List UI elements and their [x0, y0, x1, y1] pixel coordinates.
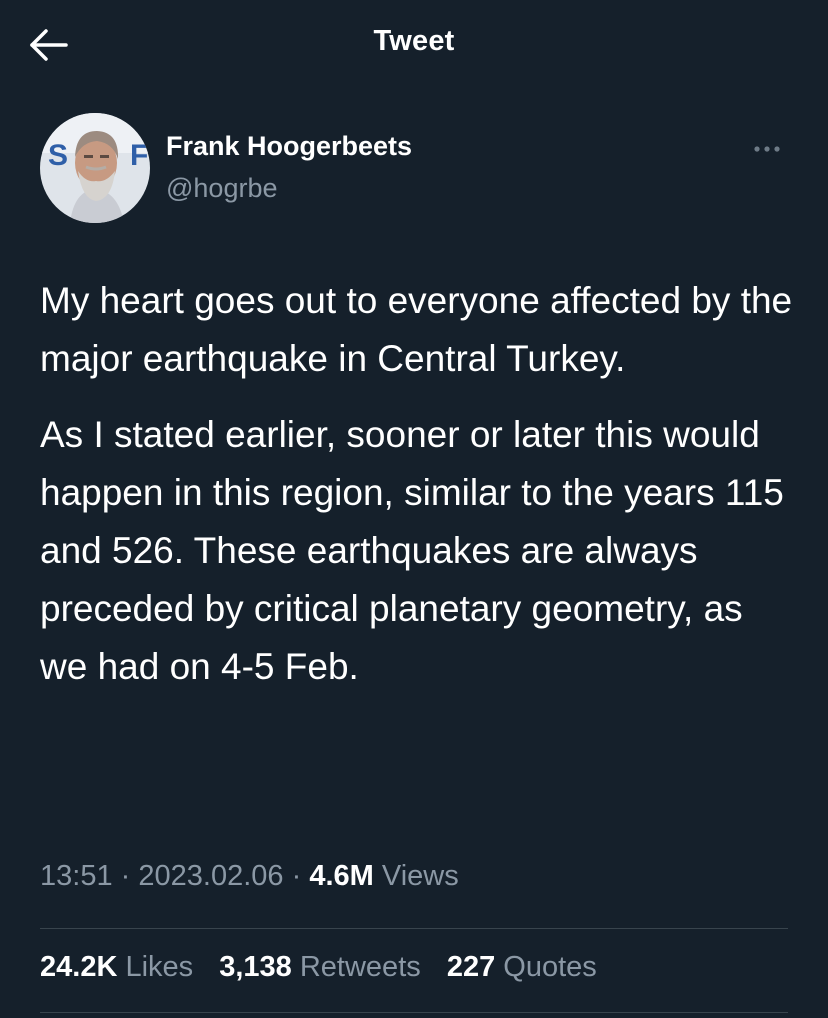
avatar[interactable]: S F	[40, 113, 150, 223]
more-options-icon	[754, 146, 780, 152]
tweet-time[interactable]: 13:51	[40, 860, 113, 892]
meta-separator: ·	[120, 860, 131, 892]
retweets-count: 3,138	[219, 951, 292, 983]
author-handle[interactable]: @hogrbe	[166, 173, 277, 204]
retweets-label: Retweets	[299, 951, 421, 983]
meta-separator: ·	[291, 860, 302, 892]
views-count: 4.6M	[309, 860, 374, 892]
views-label: Views	[381, 860, 459, 892]
quotes-label: Quotes	[503, 951, 597, 983]
page-title: Tweet	[373, 25, 455, 57]
likes-stat[interactable]: 24.2K Likes	[40, 951, 193, 984]
author-display-name[interactable]: Frank Hoogerbeets	[166, 131, 412, 162]
quotes-count: 227	[446, 951, 496, 983]
svg-text:S: S	[48, 139, 68, 172]
quotes-stat[interactable]: 227 Quotes	[447, 951, 597, 984]
tweet-date[interactable]: 2023.02.06	[138, 860, 283, 892]
tweet-paragraph: As I stated earlier, sooner or later thi…	[40, 414, 784, 687]
divider	[40, 928, 788, 929]
tweet-metadata: 13:51 · 2023.02.06 · 4.6M Views	[40, 860, 459, 893]
tweet-author: S F Frank Hoogerbeets @hogrbe	[40, 113, 790, 223]
tweet-stats: 24.2K Likes 3,138 Retweets 227 Quotes	[40, 951, 615, 984]
svg-text:F: F	[130, 139, 148, 172]
likes-count: 24.2K	[40, 951, 118, 983]
tweet-body: My heart goes out to everyone affected b…	[40, 272, 800, 696]
likes-label: Likes	[125, 951, 194, 983]
divider	[40, 1012, 788, 1013]
retweets-stat[interactable]: 3,138 Retweets	[219, 951, 421, 984]
tweet-paragraph: My heart goes out to everyone affected b…	[40, 280, 793, 379]
top-bar: Tweet	[0, 0, 828, 90]
more-options-button[interactable]	[750, 135, 786, 163]
